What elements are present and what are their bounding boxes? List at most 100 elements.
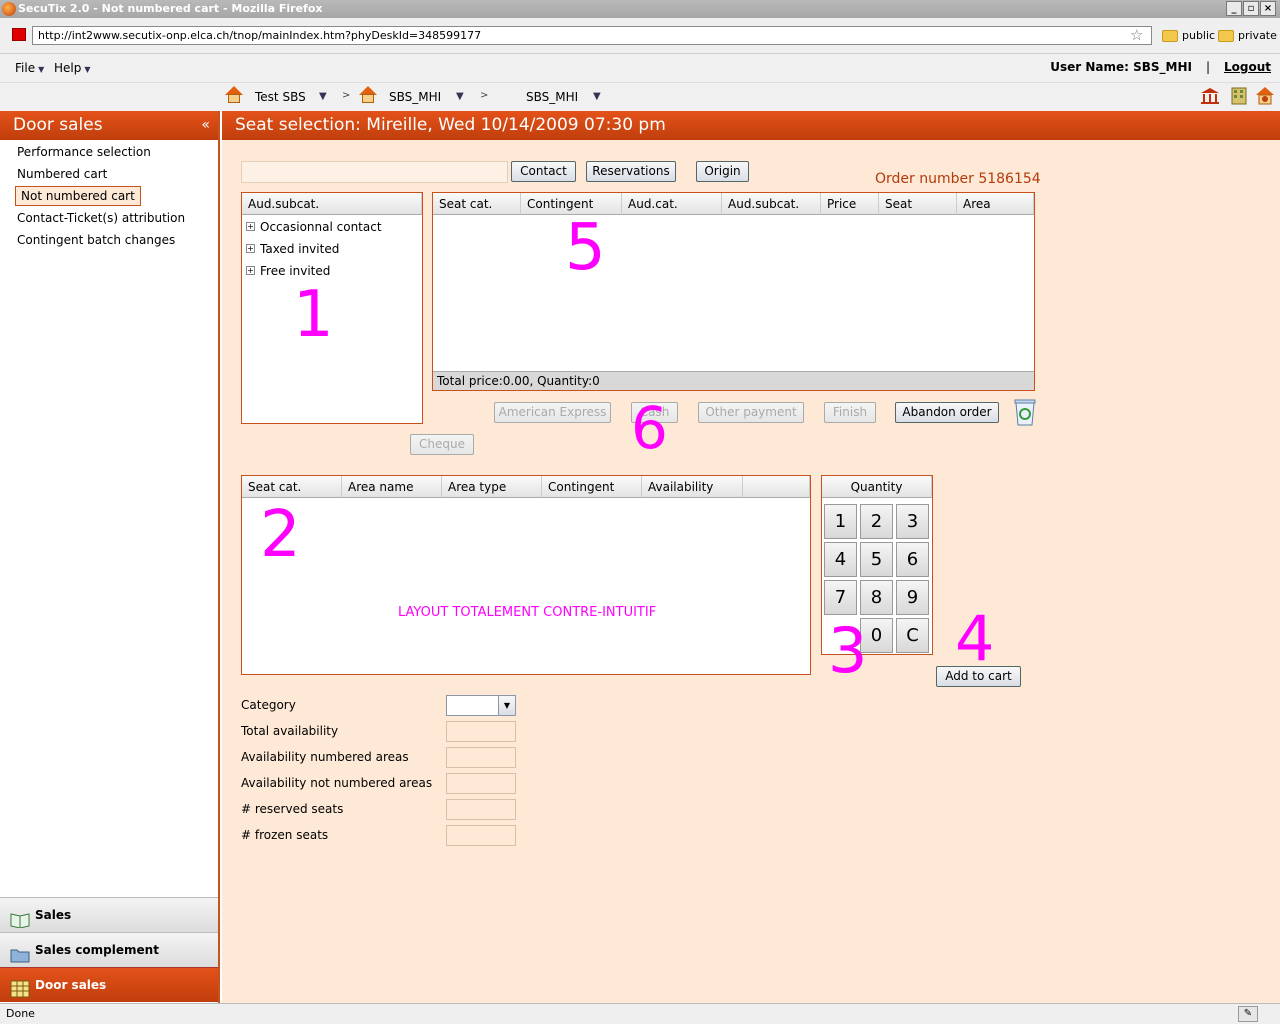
sidebar-item-numbered-cart[interactable]: Numbered cart [17, 165, 107, 183]
key-5[interactable]: 5 [860, 542, 893, 577]
frozen-seats-field [446, 825, 516, 846]
institution-icon[interactable] [1200, 86, 1220, 106]
chevron-down-icon[interactable]: ▼ [319, 88, 327, 106]
browser-toolbar: http://int2www.secutix-onp.elca.ch/tnop/… [0, 18, 1280, 54]
finish-button[interactable]: Finish [824, 402, 876, 423]
annotation-note: LAYOUT TOTALEMENT CONTRE-INTUITIF [398, 605, 657, 620]
cheque-button[interactable]: Cheque [410, 434, 474, 455]
home-icon[interactable] [1255, 86, 1275, 106]
sidebar-item-performance-selection[interactable]: Performance selection [17, 143, 151, 161]
availability-numbered-field [446, 747, 516, 768]
menu-file-label: File [15, 61, 36, 75]
tab-sales-complement-label: Sales complement [35, 943, 159, 957]
tab-sales-complement[interactable]: Sales complement [0, 932, 218, 967]
column-header: Price [821, 193, 879, 215]
separator: | [1206, 60, 1211, 74]
tree-item-occasional-contact[interactable]: + Occasionnal contact [246, 218, 382, 236]
key-7[interactable]: 7 [824, 580, 857, 615]
tree-item-label: Taxed invited [260, 242, 340, 256]
reservations-button[interactable]: Reservations [586, 161, 676, 182]
form-label-availability-not-numbered: Availability not numbered areas [241, 776, 433, 790]
page-title: Seat selection: Mireille, Wed 10/14/2009… [222, 111, 1280, 140]
form-label-frozen-seats: # frozen seats [241, 828, 329, 842]
context-org[interactable]: Test SBS [255, 88, 306, 106]
expand-icon[interactable]: + [246, 244, 255, 253]
column-header: Seat cat. [433, 193, 521, 215]
cart-table: Seat cat. Contingent Aud.cat. Aud.subcat… [432, 192, 1035, 391]
chevron-down-icon[interactable]: ▼ [593, 88, 601, 106]
annotation-4: 4 [955, 602, 995, 675]
addon-icon[interactable]: ✎ [1238, 1006, 1258, 1022]
american-express-button[interactable]: American Express [494, 402, 611, 423]
tree-item-label: Free invited [260, 264, 331, 278]
building-icon[interactable] [1229, 86, 1249, 106]
keypad-title: Quantity [822, 476, 932, 498]
bookmark-label: public [1182, 29, 1216, 42]
bookmark-label: private [1238, 29, 1277, 42]
sidebar-item-contingent-batch-changes[interactable]: Contingent batch changes [17, 231, 175, 249]
form-label-reserved-seats: # reserved seats [241, 802, 344, 816]
collapse-icon[interactable]: « [201, 111, 210, 140]
tab-sales[interactable]: Sales [0, 897, 218, 932]
bookmark-public[interactable]: public [1162, 28, 1215, 44]
tab-door-sales-label: Door sales [35, 978, 107, 992]
key-1[interactable]: 1 [824, 504, 857, 539]
key-9[interactable]: 9 [896, 580, 929, 615]
key-8[interactable]: 8 [860, 580, 893, 615]
chevron-down-icon[interactable]: ▼ [498, 696, 515, 715]
column-header: Aud.subcat. [242, 193, 422, 215]
total-availability-field [446, 721, 516, 742]
contact-button[interactable]: Contact [511, 161, 576, 182]
column-header: Aud.subcat. [722, 193, 821, 215]
tree-item-taxed-invited[interactable]: + Taxed invited [246, 240, 339, 258]
close-button[interactable]: × [1260, 1, 1276, 16]
contact-search-input[interactable] [241, 161, 508, 183]
column-header: Availability [642, 476, 743, 498]
column-header: Seat [879, 193, 957, 215]
sidebar-header: Door sales « [0, 111, 218, 140]
breadcrumb-separator: > [480, 90, 489, 101]
maximize-button[interactable]: ▫ [1243, 1, 1259, 16]
tab-door-sales[interactable]: Door sales [0, 967, 218, 1002]
sidebar: Door sales « Performance selection Numbe… [0, 111, 220, 1003]
address-bar[interactable]: http://int2www.secutix-onp.elca.ch/tnop/… [32, 26, 1152, 45]
status-text: Done [6, 1007, 35, 1020]
sidebar-item-not-numbered-cart[interactable]: Not numbered cart [15, 186, 141, 206]
category-select[interactable]: ▼ [446, 695, 516, 716]
bookmark-private[interactable]: private [1218, 28, 1277, 44]
key-3[interactable]: 3 [896, 504, 929, 539]
dropdown-arrow-icon: ▼ [84, 65, 91, 74]
minimize-button[interactable]: _ [1226, 1, 1242, 16]
grid-icon [10, 977, 30, 998]
window-titlebar: SecuTix 2.0 - Not numbered cart - Mozill… [0, 0, 1280, 18]
recycle-bin-icon[interactable] [1012, 397, 1038, 427]
key-6[interactable]: 6 [896, 542, 929, 577]
expand-icon[interactable]: + [246, 222, 255, 231]
window-title: SecuTix 2.0 - Not numbered cart - Mozill… [18, 2, 323, 15]
tree-item-label: Occasionnal contact [260, 220, 382, 234]
site-favicon-icon [12, 28, 26, 41]
sidebar-item-contact-ticket-attribution[interactable]: Contact-Ticket(s) attribution [17, 209, 185, 227]
dropdown-arrow-icon: ▼ [38, 65, 45, 74]
logout-link[interactable]: Logout [1224, 58, 1271, 76]
expand-icon[interactable]: + [246, 266, 255, 275]
other-payment-button[interactable]: Other payment [698, 402, 804, 423]
chevron-down-icon[interactable]: ▼ [456, 88, 464, 106]
bookmark-star-icon[interactable]: ☆ [1130, 26, 1143, 44]
menu-help[interactable]: Help ▼ [54, 59, 91, 79]
column-header: Area name [342, 476, 442, 498]
key-clear[interactable]: C [896, 618, 929, 653]
key-4[interactable]: 4 [824, 542, 857, 577]
origin-button[interactable]: Origin [696, 161, 749, 182]
context-unit[interactable]: SBS_MHI [389, 88, 441, 106]
column-header: Contingent [542, 476, 642, 498]
context-desk[interactable]: SBS_MHI [526, 88, 578, 106]
folder-icon [1218, 30, 1234, 42]
abandon-order-button[interactable]: Abandon order [895, 402, 999, 423]
column-header [743, 476, 810, 498]
key-2[interactable]: 2 [860, 504, 893, 539]
annotation-6: 6 [631, 394, 668, 462]
reserved-seats-field [446, 799, 516, 820]
menu-file[interactable]: File ▼ [15, 59, 44, 79]
column-header: Area type [442, 476, 542, 498]
